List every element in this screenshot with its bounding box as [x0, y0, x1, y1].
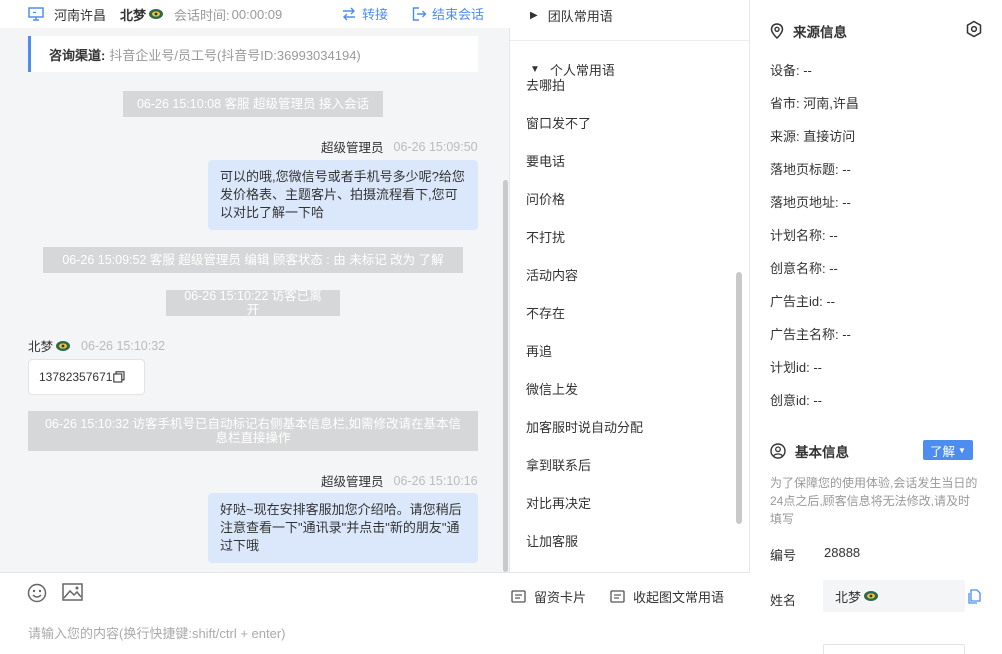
customer-info-panel: 来源信息 设备: -- 省市: 河南,许昌 来源: 直接访问 落地页标题: --… — [750, 0, 1002, 654]
message-input[interactable]: 请输入您的内容(换行快捷键:shift/ctrl + enter) — [28, 623, 286, 642]
next-field[interactable] — [823, 644, 965, 654]
lead-card-label: 留资卡片 — [534, 590, 587, 605]
id-value: 28888 — [824, 545, 861, 560]
customer-status-dropdown[interactable]: 了解 ▼ — [923, 440, 973, 460]
info-landing-title: 落地页标题: -- — [770, 162, 851, 177]
end-session-button[interactable]: 结束会话 — [412, 4, 484, 23]
phrase-item[interactable]: 再追 — [526, 341, 552, 360]
message-time: 06-26 15:10:16 — [393, 473, 478, 488]
phrase-item[interactable]: 活动内容 — [526, 265, 578, 284]
message-time: 06-26 15:09:50 — [393, 139, 478, 154]
info-creative-name: 创意名称: -- — [770, 261, 838, 276]
phrases-icon — [610, 590, 625, 603]
info-province: 省市: 河南,许昌 — [770, 96, 859, 111]
copy-icon[interactable] — [113, 371, 125, 383]
visitor-name: 北梦 — [120, 5, 164, 24]
lead-card-button[interactable]: 留资卡片 — [511, 587, 586, 606]
customer-status-value: 了解 — [930, 444, 956, 459]
visitor-message-name: 北梦 — [28, 340, 54, 354]
edit-notice: 为了保障您的使用体验,会话发生当日的24点之后,顾客信息将无法修改,请及时填写 — [770, 476, 978, 526]
agent-message-meta: 超级管理员 06-26 15:09:50 — [321, 137, 478, 156]
phrase-item[interactable]: 窗口发不了 — [526, 113, 591, 132]
user-circle-icon — [770, 443, 786, 459]
visitor-message-bubble: 13782357671 — [28, 359, 145, 395]
image-icon[interactable] — [62, 583, 83, 601]
phrase-item[interactable]: 对比再决定 — [526, 493, 591, 512]
phrase-item[interactable]: 让加客服 — [526, 531, 578, 550]
visitor-avatar-icon — [56, 340, 71, 351]
transfer-label: 转接 — [362, 7, 389, 22]
name-field[interactable]: 北梦 — [823, 580, 965, 612]
phrase-item[interactable]: 不打扰 — [526, 227, 565, 246]
message-time: 06-26 15:10:32 — [81, 338, 166, 353]
caret-down-icon: ▼ — [958, 445, 966, 455]
phrase-item[interactable]: 微信上发 — [526, 379, 578, 398]
monitor-icon — [28, 7, 44, 21]
info-creative-id: 创意id: -- — [770, 393, 823, 408]
team-phrases-toggle[interactable]: ▶ 团队常用语 — [530, 6, 613, 25]
visitor-message-meta: 北梦 06-26 15:10:32 — [28, 336, 165, 355]
transfer-icon — [343, 7, 355, 20]
message-input-area: 请输入您的内容(换行快捷键:shift/ctrl + enter) 留资卡片 收… — [0, 572, 750, 654]
system-message: 06-26 15:10:32 访客手机号已自动标记右侧基本信息栏,如需修改请在基… — [28, 411, 478, 451]
visitor-avatar-icon — [149, 9, 164, 19]
info-device: 设备: -- — [770, 63, 812, 78]
id-label: 编号 — [770, 548, 797, 563]
info-advertiser-name: 广告主名称: -- — [770, 327, 851, 342]
agent-name: 超级管理员 — [321, 141, 384, 155]
caret-right-icon: ▶ — [530, 10, 538, 21]
system-message: 06-26 15:10:22 访客已离开 — [166, 289, 340, 317]
info-landing-url: 落地页地址: -- — [770, 195, 851, 210]
channel-value: 抖音企业号/员工号(抖音号ID:36993034194) — [109, 47, 361, 63]
session-time-label: 会话时间: — [174, 7, 230, 23]
name-field-value: 北梦 — [835, 589, 862, 605]
source-info-header: 来源信息 — [770, 21, 847, 41]
phrases-scrollbar[interactable] — [736, 272, 742, 524]
chat-scrollbar[interactable] — [503, 180, 508, 572]
emoji-icon[interactable] — [27, 583, 47, 603]
agent-message-bubble: 可以的哦,您微信号或者手机号多少呢?给您发价格表、主题客片、拍摄流程看下,您可以… — [208, 160, 478, 230]
card-icon — [511, 590, 526, 603]
copy-icon[interactable] — [968, 589, 981, 604]
phrase-item[interactable]: 要电话 — [526, 151, 565, 170]
collapse-phrases-button[interactable]: 收起图文常用语 — [610, 587, 724, 606]
info-plan-name: 计划名称: -- — [770, 228, 838, 243]
team-phrases-title: 团队常用语 — [547, 9, 613, 24]
phrase-item[interactable]: 不存在 — [526, 303, 565, 322]
agent-message-meta: 超级管理员 06-26 15:10:16 — [321, 471, 478, 490]
basic-info-header: 基本信息 — [770, 441, 849, 461]
collapse-phrases-label: 收起图文常用语 — [633, 590, 725, 605]
phrase-item[interactable]: 问价格 — [526, 189, 565, 208]
name-label: 姓名 — [770, 593, 797, 608]
chat-panel: 河南许昌 北梦 会话时间: 00:00:09 转接 结束会话 咨询渠道: 抖音企… — [0, 0, 510, 654]
channel-info: 咨询渠道: 抖音企业号/员工号(抖音号ID:36993034194) — [28, 36, 478, 72]
phrase-item[interactable]: 去哪拍 — [526, 75, 565, 94]
settings-icon[interactable] — [965, 20, 983, 38]
agent-message-bubble: 好哒~现在安排客服加您介绍哈。请您稍后注意查看一下"通讯录"并点击"新的朋友"通… — [208, 493, 478, 563]
system-message: 06-26 15:10:08 客服 超级管理员 接入会话 — [123, 91, 383, 117]
end-session-label: 结束会话 — [432, 7, 485, 22]
phrase-item[interactable]: 拿到联系后 — [526, 455, 591, 474]
visitor-name-text: 北梦 — [120, 7, 147, 23]
basic-info-title: 基本信息 — [795, 445, 849, 460]
phrase-item[interactable]: 加客服时说自动分配 — [526, 417, 643, 436]
transfer-button[interactable]: 转接 — [341, 4, 388, 23]
caret-down-icon: ▼ — [530, 64, 540, 75]
info-plan-id: 计划id: -- — [770, 360, 823, 375]
session-time-value: 00:00:09 — [231, 6, 283, 22]
location-pin-icon — [770, 23, 784, 39]
agent-name: 超级管理员 — [321, 475, 384, 489]
channel-label: 咨询渠道: — [49, 47, 106, 63]
system-message: 06-26 15:09:52 客服 超级管理员 编辑 顾客状态 : 由 未标记 … — [43, 247, 463, 273]
visitor-phone-text: 13782357671 — [39, 370, 113, 384]
common-phrases-panel: ▶ 团队常用语 ▼ 个人常用语 去哪拍 窗口发不了 要电话 问价格 不打扰 活动… — [510, 0, 750, 572]
visitor-avatar-icon — [864, 591, 879, 601]
source-info-title: 来源信息 — [793, 25, 847, 40]
info-source: 来源: 直接访问 — [770, 129, 856, 144]
exit-icon — [412, 6, 427, 21]
info-advertiser-id: 广告主id: -- — [770, 294, 836, 309]
visitor-region: 河南许昌 — [54, 7, 107, 23]
divider — [510, 40, 750, 41]
